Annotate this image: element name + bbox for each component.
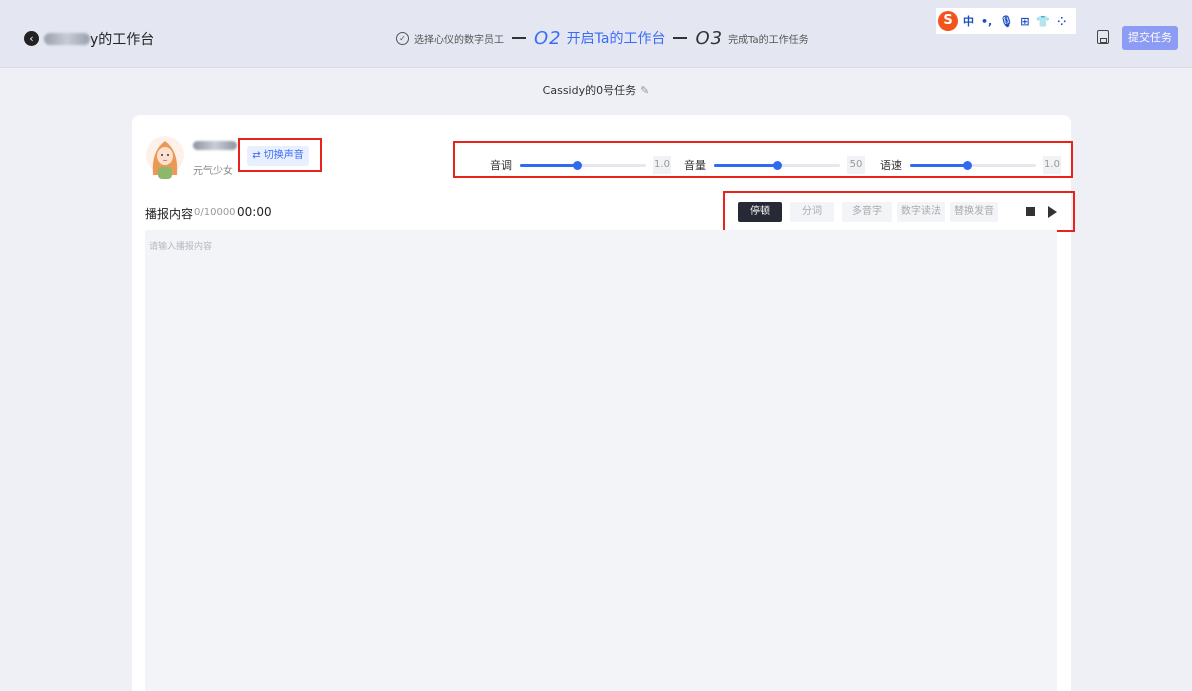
highlight-box-switch-voice [238,138,322,172]
keyboard-icon[interactable]: ⊞ [1020,15,1029,28]
highlight-box-sliders [453,141,1073,178]
step-divider [512,37,526,39]
redacted-voice-name [193,141,237,150]
sogou-logo-icon[interactable]: S [938,11,958,31]
workspace-title: y的工作台 [44,29,154,49]
step-indicator: ✓ 选择心仪的数字员工 O2 开启Ta的工作台 O3 完成Ta的工作任务 [396,24,809,52]
broadcast-content-input[interactable] [145,230,1057,691]
task-title: Cassidy的0号任务 ✎ [542,84,650,97]
chinese-mode-toggle[interactable]: 中 [963,13,974,29]
check-circle-icon: ✓ [396,31,409,45]
highlight-box-toolbar [723,191,1075,232]
punctuation-toggle[interactable]: •, [981,15,992,28]
avatar [146,136,184,179]
step-divider [673,37,688,39]
duration: 00:00 [237,205,272,219]
back-arrow-icon[interactable]: ‹ [24,31,39,46]
microphone-icon[interactable]: 🎙 [999,15,1013,28]
ime-toolbar[interactable]: S 中 •, 🎙 ⊞ 👕 ⁘ [936,8,1076,34]
voice-description: 元气少女 [193,166,233,177]
step3-label: 完成Ta的工作任务 [728,34,809,46]
char-count: 0/10000 [194,207,236,218]
save-icon[interactable] [1097,30,1109,44]
header: ‹ y的工作台 ✓ 选择心仪的数字员工 O2 开启Ta的工作台 O3 完成Ta的… [0,0,1192,68]
edit-pencil-icon[interactable]: ✎ [640,84,649,97]
step2-number: O2 [534,27,562,49]
content-label: 播报内容 [145,207,194,221]
submit-task-button[interactable]: 提交任务 [1122,26,1178,50]
skin-icon[interactable]: 👕 [1036,15,1050,28]
redacted-name [44,33,90,45]
step1-label: 选择心仪的数字员工 [414,34,504,46]
step2-label: 开启Ta的工作台 [566,31,666,47]
step3-number: O3 [695,27,724,49]
toolbox-icon[interactable]: ⁘ [1057,15,1066,28]
